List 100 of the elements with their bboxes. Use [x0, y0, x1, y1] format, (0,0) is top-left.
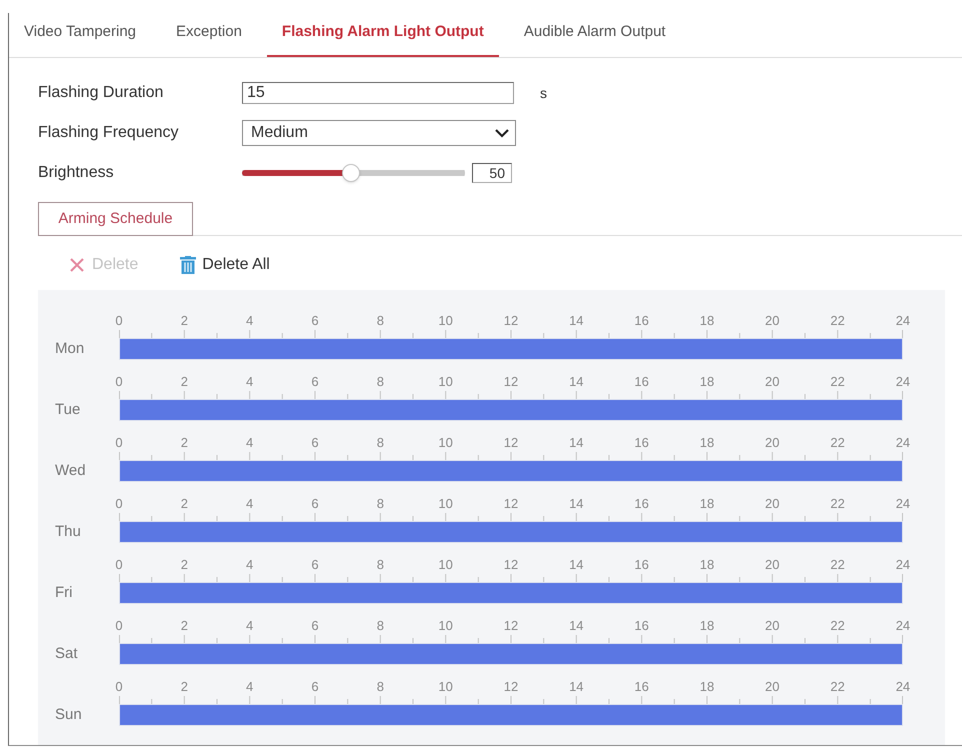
hour-label: 12 — [502, 314, 520, 328]
hour-label: 2 — [180, 375, 189, 389]
hour-label: 22 — [829, 375, 846, 389]
hour-label: 8 — [376, 558, 385, 572]
hour-label: 4 — [245, 375, 254, 389]
trash-icon — [180, 256, 196, 274]
hour-label: 2 — [180, 619, 189, 633]
hour-label: 6 — [310, 680, 320, 694]
hour-label: 20 — [764, 436, 781, 450]
hour-label: 18 — [698, 680, 716, 694]
duration-input[interactable]: 15 — [242, 82, 514, 104]
hour-label: 10 — [437, 497, 454, 511]
hour-label: 24 — [894, 497, 912, 511]
hour-label: 2 — [180, 314, 189, 328]
hour-label: 10 — [437, 680, 454, 694]
frequency-select[interactable]: Medium — [242, 120, 516, 146]
hour-label: 14 — [568, 619, 585, 633]
tab[interactable]: Video Tampering — [9, 13, 152, 57]
hour-label: 2 — [180, 436, 189, 450]
toolbar-button[interactable]: Delete All — [178, 250, 272, 280]
hour-label: 20 — [764, 619, 781, 633]
day-label: Tue — [55, 400, 82, 420]
field-label: Flashing Duration — [38, 83, 164, 103]
hour-label: 6 — [310, 497, 320, 511]
hour-label: 0 — [114, 497, 124, 511]
hour-label: 20 — [764, 558, 781, 572]
hour-label: 22 — [829, 497, 846, 511]
hour-label: 8 — [376, 436, 385, 450]
field-label: Flashing Frequency — [38, 123, 180, 143]
hour-label: 6 — [310, 314, 320, 328]
hour-label: 24 — [894, 558, 912, 572]
hour-label: 16 — [633, 375, 650, 389]
hour-label: 22 — [829, 619, 846, 633]
hour-label: 22 — [829, 680, 846, 694]
hour-label: 10 — [437, 436, 454, 450]
hour-label: 18 — [698, 436, 716, 450]
day-label: Fri — [55, 582, 74, 603]
hour-label: 12 — [502, 680, 520, 694]
chevron-down-icon — [495, 128, 509, 138]
hour-label: 10 — [437, 558, 454, 572]
hour-label: 0 — [114, 558, 124, 572]
hour-label: 12 — [502, 375, 520, 389]
hour-label: 20 — [764, 680, 781, 694]
hour-label: 0 — [114, 436, 124, 450]
hour-label: 2 — [180, 680, 189, 694]
hour-label: 0 — [114, 375, 124, 389]
tab[interactable]: Exception — [161, 13, 257, 57]
hour-label: 14 — [568, 314, 585, 328]
hour-label: 6 — [310, 558, 320, 572]
hour-label: 16 — [633, 558, 650, 572]
hour-label: 16 — [633, 497, 650, 511]
hour-label: 18 — [698, 314, 716, 328]
hour-label: 24 — [894, 375, 912, 389]
hour-label: 16 — [633, 619, 650, 633]
day-label: Mon — [55, 338, 86, 359]
day-label: Sun — [55, 704, 83, 725]
hour-label: 18 — [698, 619, 716, 633]
hour-label: 14 — [568, 558, 585, 572]
hour-label: 10 — [437, 375, 454, 389]
hour-label: 4 — [245, 558, 254, 572]
hour-label: 2 — [180, 497, 189, 511]
hour-label: 24 — [894, 680, 912, 694]
hour-label: 4 — [245, 436, 254, 450]
hour-label: 12 — [502, 619, 520, 633]
hour-label: 22 — [829, 314, 846, 328]
hour-label: 12 — [502, 497, 520, 511]
hour-label: 10 — [437, 314, 454, 328]
tab[interactable]: Audible Alarm Output — [508, 13, 681, 57]
hour-label: 6 — [310, 436, 320, 450]
hour-label: 6 — [310, 619, 320, 633]
hour-label: 24 — [894, 314, 912, 328]
hour-label: 4 — [245, 314, 254, 328]
hour-label: 22 — [829, 436, 846, 450]
schedule-tab[interactable]: Arming Schedule — [38, 202, 193, 236]
hour-label: 8 — [376, 680, 385, 694]
slider-thumb[interactable] — [342, 164, 360, 182]
hour-label: 8 — [376, 375, 385, 389]
hour-label: 12 — [502, 558, 520, 572]
hour-label: 16 — [633, 680, 650, 694]
hour-label: 10 — [437, 619, 454, 633]
hour-label: 20 — [764, 497, 781, 511]
hour-label: 20 — [764, 314, 781, 328]
hour-label: 14 — [568, 680, 585, 694]
hour-label: 20 — [764, 375, 781, 389]
hour-label: 22 — [829, 558, 846, 572]
day-label: Sat — [55, 644, 79, 664]
hour-label: 14 — [568, 497, 585, 511]
hour-label: 4 — [245, 619, 254, 633]
hour-label: 16 — [633, 436, 650, 450]
hour-label: 8 — [376, 497, 385, 511]
hour-label: 18 — [698, 558, 716, 572]
hour-label: 16 — [633, 314, 650, 328]
brightness-value-field[interactable]: 50 — [472, 163, 512, 183]
hour-label: 8 — [376, 619, 385, 633]
hour-label: 14 — [568, 436, 585, 450]
x-icon — [70, 258, 84, 272]
hour-label: 6 — [310, 375, 320, 389]
tab[interactable]: Flashing Alarm Light Output — [266, 13, 499, 57]
hour-label: 4 — [245, 497, 254, 511]
hour-label: 18 — [698, 375, 716, 389]
